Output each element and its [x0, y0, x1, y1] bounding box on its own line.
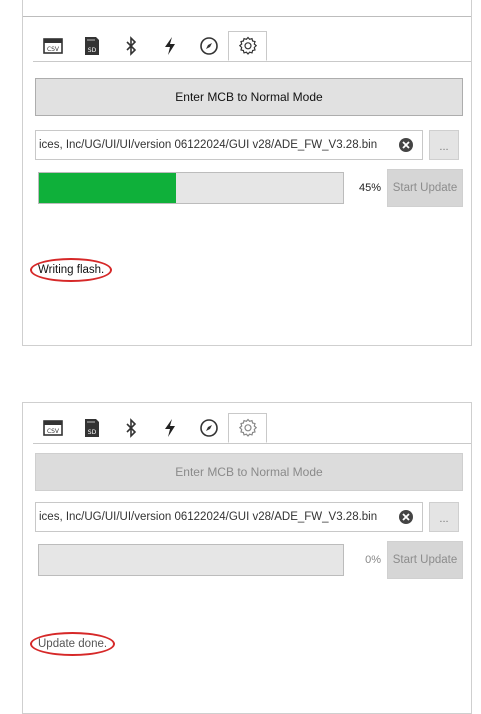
status-message: Writing flash. [30, 258, 113, 282]
tab-navigation[interactable] [189, 31, 228, 61]
sd-card-icon: SD [84, 419, 99, 437]
compass-icon [199, 419, 218, 437]
tab-csv[interactable]: CSV [33, 31, 72, 61]
tab-divider [33, 61, 471, 62]
tab-bluetooth[interactable] [111, 31, 150, 61]
start-update-button[interactable]: Start Update [387, 169, 463, 207]
tab-settings[interactable] [228, 413, 267, 443]
progress-percent: 0% [365, 554, 381, 566]
bluetooth-icon [125, 36, 136, 56]
progress-row: 0% Start Update [35, 541, 463, 579]
svg-text:SD: SD [87, 47, 96, 54]
tab-settings[interactable] [228, 31, 267, 61]
progress-fill [39, 173, 176, 203]
top-frame-edge [23, 0, 471, 17]
svg-text:CSV: CSV [46, 428, 59, 435]
tab-power[interactable] [150, 31, 189, 61]
firmware-path-text: ices, Inc/UG/UI/UI/version 06122024/GUI … [39, 139, 378, 151]
lightning-icon [164, 419, 175, 437]
tab-bar: CSV SD [33, 413, 267, 443]
tab-csv[interactable]: CSV [33, 413, 72, 443]
clear-icon[interactable] [398, 509, 414, 525]
firmware-update-panel-done: CSV SD Enter MCB to Normal Mode ices, In… [22, 402, 472, 714]
tab-sd-card[interactable]: SD [72, 31, 111, 61]
status-message: Update done. [30, 632, 116, 656]
firmware-path-field[interactable]: ices, Inc/UG/UI/UI/version 06122024/GUI … [35, 502, 423, 532]
progress-row: 45% Start Update [35, 169, 463, 207]
browse-button[interactable]: ... [429, 130, 459, 160]
tab-bar: CSV SD [33, 31, 267, 61]
progress-bar [38, 544, 344, 576]
csv-file-icon: CSV [42, 38, 63, 54]
svg-text:CSV: CSV [46, 46, 59, 53]
csv-file-icon: CSV [42, 420, 63, 436]
clear-icon[interactable] [398, 137, 414, 153]
enter-normal-mode-button[interactable]: Enter MCB to Normal Mode [35, 78, 463, 116]
gear-icon [238, 418, 257, 437]
tab-divider [33, 443, 471, 444]
progress-percent: 45% [358, 182, 381, 194]
firmware-path-text: ices, Inc/UG/UI/UI/version 06122024/GUI … [39, 511, 378, 523]
gear-icon [238, 36, 257, 55]
firmware-file-row: ices, Inc/UG/UI/UI/version 06122024/GUI … [35, 130, 463, 160]
firmware-file-row: ices, Inc/UG/UI/UI/version 06122024/GUI … [35, 502, 463, 532]
browse-button[interactable]: ... [429, 502, 459, 532]
tab-bluetooth[interactable] [111, 413, 150, 443]
lightning-icon [164, 37, 175, 55]
tab-navigation[interactable] [189, 413, 228, 443]
firmware-update-panel-writing: CSV SD Enter MCB to Normal Mode ices, In… [22, 0, 472, 346]
compass-icon [199, 37, 218, 55]
tab-power[interactable] [150, 413, 189, 443]
enter-normal-mode-button[interactable]: Enter MCB to Normal Mode [35, 453, 463, 491]
sd-card-icon: SD [84, 37, 99, 55]
start-update-button[interactable]: Start Update [387, 541, 463, 579]
tab-sd-card[interactable]: SD [72, 413, 111, 443]
svg-text:SD: SD [87, 429, 96, 436]
firmware-path-field[interactable]: ices, Inc/UG/UI/UI/version 06122024/GUI … [35, 130, 423, 160]
progress-bar [38, 172, 344, 204]
bluetooth-icon [125, 418, 136, 438]
